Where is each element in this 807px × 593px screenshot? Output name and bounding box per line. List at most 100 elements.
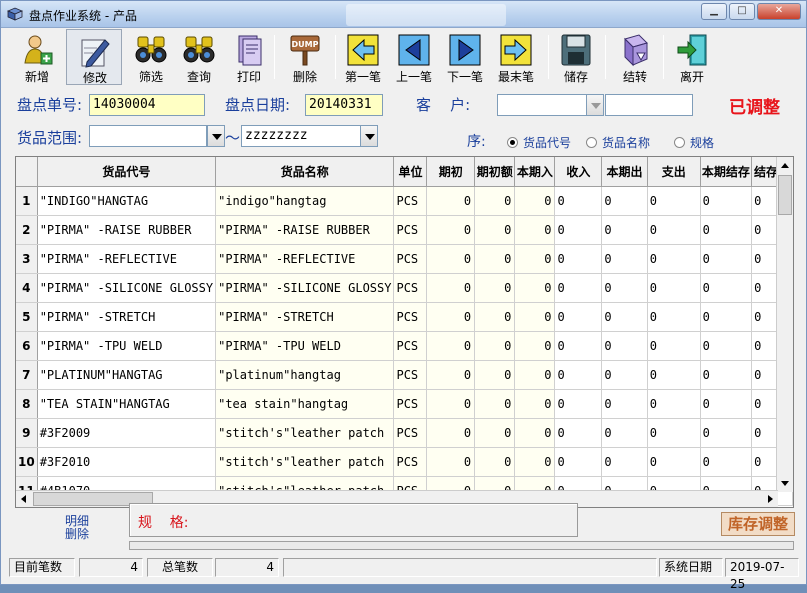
item-name-cell[interactable]: "stitch's"leather patch (215, 418, 395, 448)
quantity-cell[interactable]: 0 (426, 331, 476, 361)
item-code-cell[interactable]: "PLATINUM"HANGTAG (37, 360, 217, 390)
scroll-down-arrow-icon[interactable] (781, 481, 789, 486)
first-record-button[interactable]: 第一笔 (335, 29, 391, 85)
quantity-cell[interactable]: 0 (426, 273, 476, 303)
table-row[interactable]: 8 "TEA STAIN"HANGTAG "tea stain"hangtag PCS… (16, 389, 793, 419)
quantity-cell[interactable]: 0 (474, 418, 516, 448)
quantity-cell[interactable]: 0 (700, 389, 753, 419)
order-no-field[interactable]: 14030004 (89, 94, 205, 116)
quantity-cell[interactable]: 0 (426, 215, 476, 245)
quantity-cell[interactable]: 0 (601, 302, 648, 332)
quantity-cell[interactable]: 0 (474, 273, 516, 303)
quantity-cell[interactable]: 0 (700, 215, 753, 245)
inventory-adjust-button[interactable]: 库存调整 (721, 512, 795, 536)
quantity-cell[interactable]: 0 (474, 331, 516, 361)
quantity-cell[interactable]: 0 (474, 447, 516, 477)
table-row[interactable]: 4 "PIRMA" -SILICONE GLOSSY "PIRMA" -SILICO… (16, 273, 793, 303)
prev-record-button[interactable]: 上一笔 (386, 29, 442, 85)
column-header[interactable]: 货品代号 (37, 157, 217, 187)
exit-button[interactable]: 离开 (664, 29, 720, 85)
quantity-cell[interactable]: 0 (426, 360, 476, 390)
quantity-cell[interactable]: 0 (514, 389, 556, 419)
next-record-button[interactable]: 下一笔 (437, 29, 493, 85)
quantity-cell[interactable]: 0 (647, 389, 701, 419)
quantity-cell[interactable]: 0 (554, 331, 603, 361)
quantity-cell[interactable]: 0 (554, 186, 603, 216)
minimize-button[interactable]: ▁ (701, 3, 727, 20)
last-record-button[interactable]: 最末笔 (488, 29, 544, 85)
scroll-left-arrow-icon[interactable] (21, 495, 26, 503)
quantity-cell[interactable]: 0 (514, 447, 556, 477)
item-name-cell[interactable]: "stitch's"leather patch (215, 447, 395, 477)
quantity-cell[interactable]: 0 (554, 215, 603, 245)
unit-cell[interactable]: PCS (393, 186, 428, 216)
scroll-up-arrow-icon[interactable] (781, 163, 789, 168)
customer-dropdown-button[interactable] (586, 94, 604, 116)
table-row[interactable]: 2 "PIRMA" -RAISE RUBBER "PIRMA" -RAISE RUB… (16, 215, 793, 245)
quantity-cell[interactable]: 0 (426, 186, 476, 216)
row-number-header[interactable] (16, 157, 38, 187)
unit-cell[interactable]: PCS (393, 331, 428, 361)
quantity-cell[interactable]: 0 (474, 186, 516, 216)
delete-button[interactable]: DUMP 删除 (277, 29, 333, 85)
title-bar[interactable]: 盘点作业系统 - 产品 ▁ □ ✕ (1, 1, 806, 28)
column-header[interactable]: 支出 (647, 157, 701, 187)
quantity-cell[interactable]: 0 (514, 418, 556, 448)
column-header[interactable]: 货品名称 (215, 157, 395, 187)
unit-cell[interactable]: PCS (393, 389, 428, 419)
quantity-cell[interactable]: 0 (474, 302, 516, 332)
quantity-cell[interactable]: 0 (554, 360, 603, 390)
quantity-cell[interactable]: 0 (514, 360, 556, 390)
item-code-cell[interactable]: #3F2010 (37, 447, 217, 477)
query-button[interactable]: 查询 (171, 29, 227, 85)
item-name-cell[interactable]: "PIRMA" -STRETCH (215, 302, 395, 332)
transfer-button[interactable]: 结转 (607, 29, 663, 85)
quantity-cell[interactable]: 0 (601, 447, 648, 477)
customer-code-field[interactable] (497, 94, 587, 116)
quantity-cell[interactable]: 0 (601, 389, 648, 419)
table-row[interactable]: 9 #3F2009 "stitch's"leather patch PCS 0 0 0 0 0 0… (16, 418, 793, 448)
column-header[interactable]: 本期出 (601, 157, 648, 187)
item-name-cell[interactable]: "indigo"hangtag (215, 186, 395, 216)
quantity-cell[interactable]: 0 (426, 389, 476, 419)
quantity-cell[interactable]: 0 (601, 186, 648, 216)
unit-cell[interactable]: PCS (393, 360, 428, 390)
item-code-cell[interactable]: "PIRMA" -RAISE RUBBER (37, 215, 217, 245)
column-header[interactable]: 本期入 (514, 157, 556, 187)
unit-cell[interactable]: PCS (393, 418, 428, 448)
item-code-cell[interactable]: "INDIGO"HANGTAG (37, 186, 217, 216)
range-to-field[interactable]: zzzzzzzz (241, 125, 361, 147)
item-code-cell[interactable]: #3F2009 (37, 418, 217, 448)
item-name-cell[interactable]: "PIRMA" -REFLECTIVE (215, 244, 395, 274)
quantity-cell[interactable]: 0 (426, 302, 476, 332)
quantity-cell[interactable]: 0 (554, 389, 603, 419)
quantity-cell[interactable]: 0 (700, 418, 753, 448)
save-button[interactable]: 储存 (548, 29, 604, 85)
quantity-cell[interactable]: 0 (426, 447, 476, 477)
quantity-cell[interactable]: 0 (601, 244, 648, 274)
unit-cell[interactable]: PCS (393, 215, 428, 245)
quantity-cell[interactable]: 0 (601, 215, 648, 245)
item-name-cell[interactable]: "tea stain"hangtag (215, 389, 395, 419)
column-header[interactable]: 期初额 (474, 157, 516, 187)
maximize-button[interactable]: □ (729, 3, 755, 20)
quantity-cell[interactable]: 0 (474, 215, 516, 245)
quantity-cell[interactable]: 0 (647, 302, 701, 332)
column-header[interactable]: 收入 (554, 157, 603, 187)
close-button[interactable]: ✕ (757, 3, 801, 20)
quantity-cell[interactable]: 0 (474, 389, 516, 419)
quantity-cell[interactable]: 0 (601, 331, 648, 361)
item-code-cell[interactable]: "PIRMA" -TPU WELD (37, 331, 217, 361)
table-row[interactable]: 1 "INDIGO"HANGTAG "indigo"hangtag PCS 0 0 0 0 0 0… (16, 186, 793, 216)
sort-by-spec-radio[interactable]: 规格 (674, 134, 714, 151)
edit-button[interactable]: 修改 (66, 29, 122, 85)
quantity-cell[interactable]: 0 (647, 331, 701, 361)
quantity-cell[interactable]: 0 (700, 273, 753, 303)
item-code-cell[interactable]: "PIRMA" -STRETCH (37, 302, 217, 332)
quantity-cell[interactable]: 0 (647, 186, 701, 216)
quantity-cell[interactable]: 0 (647, 360, 701, 390)
detail-delete-button[interactable]: 明细 删除 (65, 515, 89, 541)
unit-cell[interactable]: PCS (393, 273, 428, 303)
sort-by-code-radio[interactable]: 货品代号 (507, 134, 571, 151)
quantity-cell[interactable]: 0 (554, 244, 603, 274)
